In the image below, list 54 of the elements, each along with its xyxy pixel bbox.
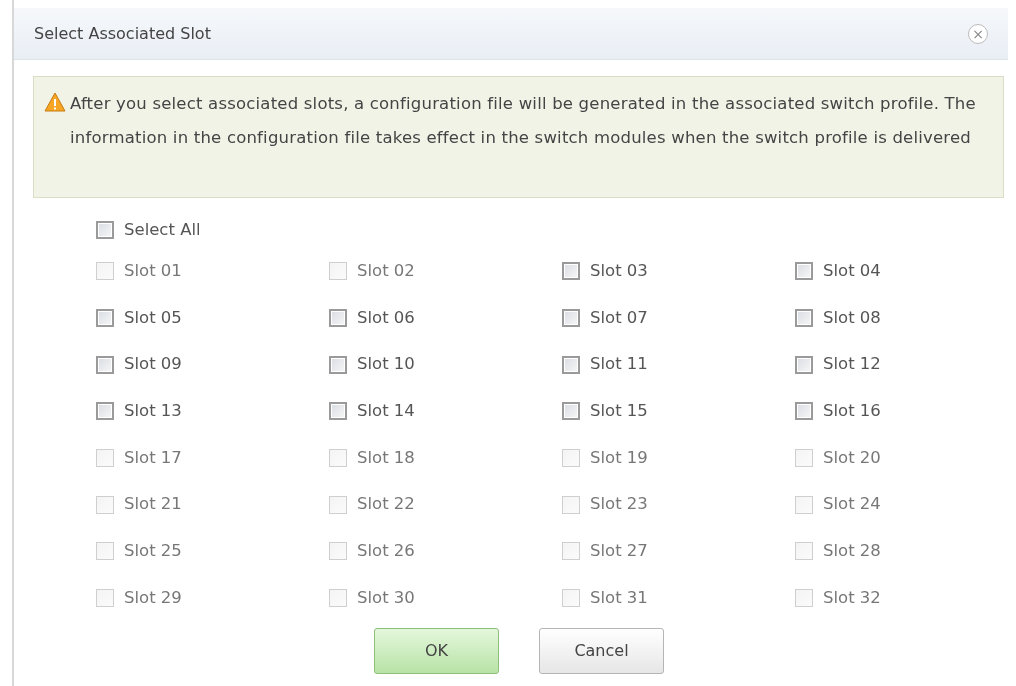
checkbox-label: Slot 29 <box>124 586 182 609</box>
checkbox-label: Slot 16 <box>823 400 881 423</box>
cancel-button[interactable]: Cancel <box>539 627 664 674</box>
checkbox-label: Select All <box>124 218 201 241</box>
checkbox[interactable] <box>96 402 114 421</box>
checkbox-label: Slot 22 <box>357 493 415 516</box>
warning-icon <box>44 92 66 112</box>
warning-message: After you select associated slots, a configuration file will be generated in the associated switch profile. The information in the configuration file takes effect in the switch modules when the switch profile is delivered <box>70 93 977 149</box>
checkbox[interactable] <box>562 355 580 374</box>
checkbox-label: Slot 17 <box>124 446 182 469</box>
checkbox-label: Slot 13 <box>124 400 182 423</box>
checkbox-label: Slot 24 <box>823 493 881 516</box>
checkbox-label: Slot 06 <box>357 306 415 329</box>
checkbox-label: Slot 21 <box>124 493 182 516</box>
checkbox[interactable] <box>562 262 580 281</box>
checkbox-label: Slot 05 <box>124 306 182 329</box>
checkbox-label: Slot 11 <box>590 353 648 376</box>
checkbox-label: Slot 32 <box>823 586 881 609</box>
checkbox-label: Slot 20 <box>823 446 881 469</box>
checkbox[interactable] <box>96 309 114 328</box>
checkbox-label: Slot 02 <box>357 259 415 282</box>
checkbox[interactable] <box>96 355 114 374</box>
checkbox-label: Slot 26 <box>357 540 415 563</box>
checkbox[interactable] <box>795 309 813 328</box>
checkbox[interactable] <box>795 262 813 281</box>
ok-button[interactable]: OK <box>374 627 499 674</box>
checkbox-label: Slot 23 <box>590 493 648 516</box>
checkbox-label: Slot 15 <box>590 400 648 423</box>
checkbox-label: Slot 28 <box>823 540 881 563</box>
checkbox[interactable] <box>795 355 813 374</box>
checkbox-label: Slot 10 <box>357 353 415 376</box>
checkbox-label: Slot 18 <box>357 446 415 469</box>
dialog-title: Select Associated Slot <box>34 22 211 45</box>
checkbox-label: Slot 08 <box>823 306 881 329</box>
checkbox-label: Slot 14 <box>357 400 415 423</box>
checkbox-label: Slot 19 <box>590 446 648 469</box>
checkbox[interactable] <box>329 402 347 421</box>
checkbox[interactable] <box>96 221 114 239</box>
close-button[interactable]: × <box>968 23 988 44</box>
checkbox-label: Slot 03 <box>590 259 648 282</box>
checkbox[interactable] <box>329 355 347 374</box>
checkbox-label: Slot 27 <box>590 540 648 563</box>
checkbox-label: Slot 01 <box>124 259 182 282</box>
checkbox[interactable] <box>329 309 347 328</box>
checkbox-label: Slot 25 <box>124 540 182 563</box>
checkbox[interactable] <box>795 402 813 421</box>
checkbox[interactable] <box>562 402 580 421</box>
checkbox-label: Slot 31 <box>590 586 648 609</box>
checkbox-label: Slot 12 <box>823 353 881 376</box>
checkbox-label: Slot 04 <box>823 259 881 282</box>
checkbox-label: Slot 07 <box>590 306 648 329</box>
checkbox-label: Slot 09 <box>124 353 182 376</box>
checkbox-label: Slot 30 <box>357 586 415 609</box>
checkbox[interactable] <box>562 309 580 328</box>
